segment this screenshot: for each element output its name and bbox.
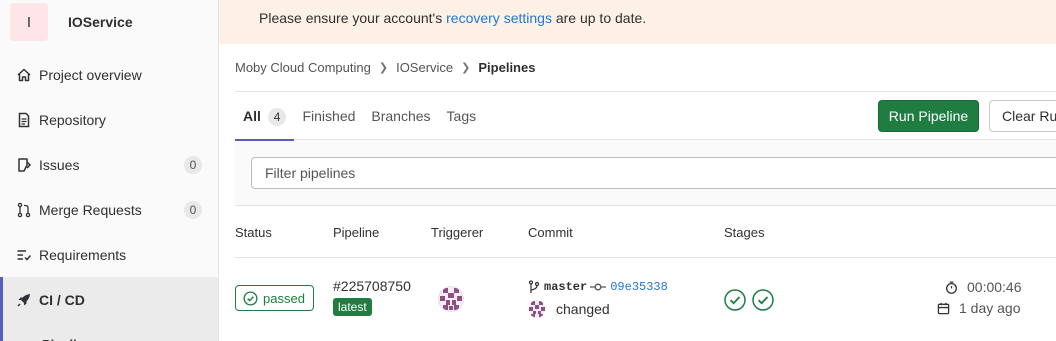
finished-time-value: 1 day ago [959,300,1021,316]
recovery-banner: Please ensure your account's recovery se… [219,0,1056,44]
check-circle-icon [243,290,258,306]
tab-branches[interactable]: Branches [363,92,438,140]
tab-label: All [243,107,261,124]
recovery-settings-link[interactable]: recovery settings [446,10,552,26]
table-row: passed #225708750 latest master 09e35338 [235,258,1056,336]
clear-runner-caches-button[interactable]: Clear Runner Caches [989,100,1056,132]
triggerer-avatar[interactable] [438,286,464,312]
tab-tags[interactable]: Tags [439,92,485,140]
tab-count-badge: 4 [267,107,287,126]
commit-ref: master 09e35338 [528,280,668,294]
sidebar-item-label: Requirements [39,246,127,263]
merge-requests-count-badge: 0 [184,201,202,219]
document-icon [16,112,32,128]
sidebar-item-issues[interactable]: Issues 0 [0,142,218,187]
project-header[interactable]: I IOService [0,0,218,44]
commit-author-avatar[interactable] [528,300,546,318]
home-icon [16,67,32,83]
merge-request-icon [16,202,32,218]
timer-icon [946,280,957,294]
tab-finished[interactable]: Finished [294,92,363,140]
sidebar-item-label: Repository [39,111,106,128]
commit-sha-link[interactable]: 09e35338 [610,280,668,294]
header-status: Status [235,225,272,240]
latest-badge: latest [333,298,372,316]
duration-value: 00:00:46 [967,279,1022,295]
banner-text-suffix: are up to date. [551,10,647,26]
project-avatar[interactable]: I [10,3,48,41]
project-name[interactable]: IOService [68,14,133,30]
pipeline-tabs: All 4 Finished Branches Tags Run Pipelin… [235,92,1056,141]
calendar-icon [937,302,950,314]
pipeline-stages [724,289,780,311]
banner-text-prefix: Please ensure your account's [259,10,447,26]
sidebar-item-project-overview[interactable]: Project overview [0,52,218,97]
branch-name-link[interactable]: master [544,280,587,294]
sidebar-subitem-pipelines[interactable]: Pipelines [0,322,218,341]
requirements-icon [16,247,32,263]
commit-message-link[interactable]: changed [556,301,610,317]
main-content: Moby Cloud Computing ❯ IOService ❯ Pipel… [235,44,1056,336]
sidebar-item-repository[interactable]: Repository [0,97,218,142]
header-commit: Commit [528,225,573,240]
breadcrumb: Moby Cloud Computing ❯ IOService ❯ Pipel… [235,44,1056,92]
breadcrumb-group[interactable]: Moby Cloud Computing [235,60,371,75]
rocket-icon [16,292,32,308]
chevron-right-icon: ❯ [378,62,389,74]
sidebar-item-label: Project overview [39,66,142,83]
chevron-right-icon: ❯ [461,62,471,74]
sidebar-item-merge-requests[interactable]: Merge Requests 0 [0,187,218,232]
commit-icon [590,283,607,291]
status-badge[interactable]: passed [235,285,314,311]
sidebar-item-ci-cd[interactable]: CI / CD [0,277,218,322]
header-stages: Stages [724,225,765,240]
branch-icon [528,280,540,293]
breadcrumb-project[interactable]: IOService [396,60,453,75]
sidebar-nav: Project overview Repository Issues 0 Mer… [0,52,218,341]
breadcrumb-current[interactable]: Pipelines [478,60,535,75]
filter-pipelines-input[interactable] [251,157,1056,189]
header-pipeline: Pipeline [333,225,380,240]
table-header: Status Pipeline Triggerer Commit Stages [235,206,1056,258]
pipeline-id-link[interactable]: #225708750 [333,278,411,294]
commit-title: changed [528,300,610,318]
sidebar-item-requirements[interactable]: Requirements [0,232,218,277]
sidebar-item-label: Issues [39,156,80,173]
issues-icon [16,157,32,173]
header-triggerer: Triggerer [431,225,484,240]
sidebar-item-label: Merge Requests [39,201,142,218]
stage-passed-icon[interactable] [724,289,746,311]
run-pipeline-button[interactable]: Run Pipeline [878,100,979,132]
pipeline-finished-time: 1 day ago [937,300,1021,316]
sidebar-item-label: CI / CD [39,291,85,308]
tab-all[interactable]: All 4 [235,92,295,141]
pipeline-duration: 00:00:46 [945,279,1022,295]
sidebar: I IOService Project overview Repository … [0,0,219,341]
status-label: passed [263,290,305,306]
stage-passed-icon[interactable] [752,289,774,311]
filter-bar [235,140,1056,206]
issues-count-badge: 0 [184,156,202,174]
